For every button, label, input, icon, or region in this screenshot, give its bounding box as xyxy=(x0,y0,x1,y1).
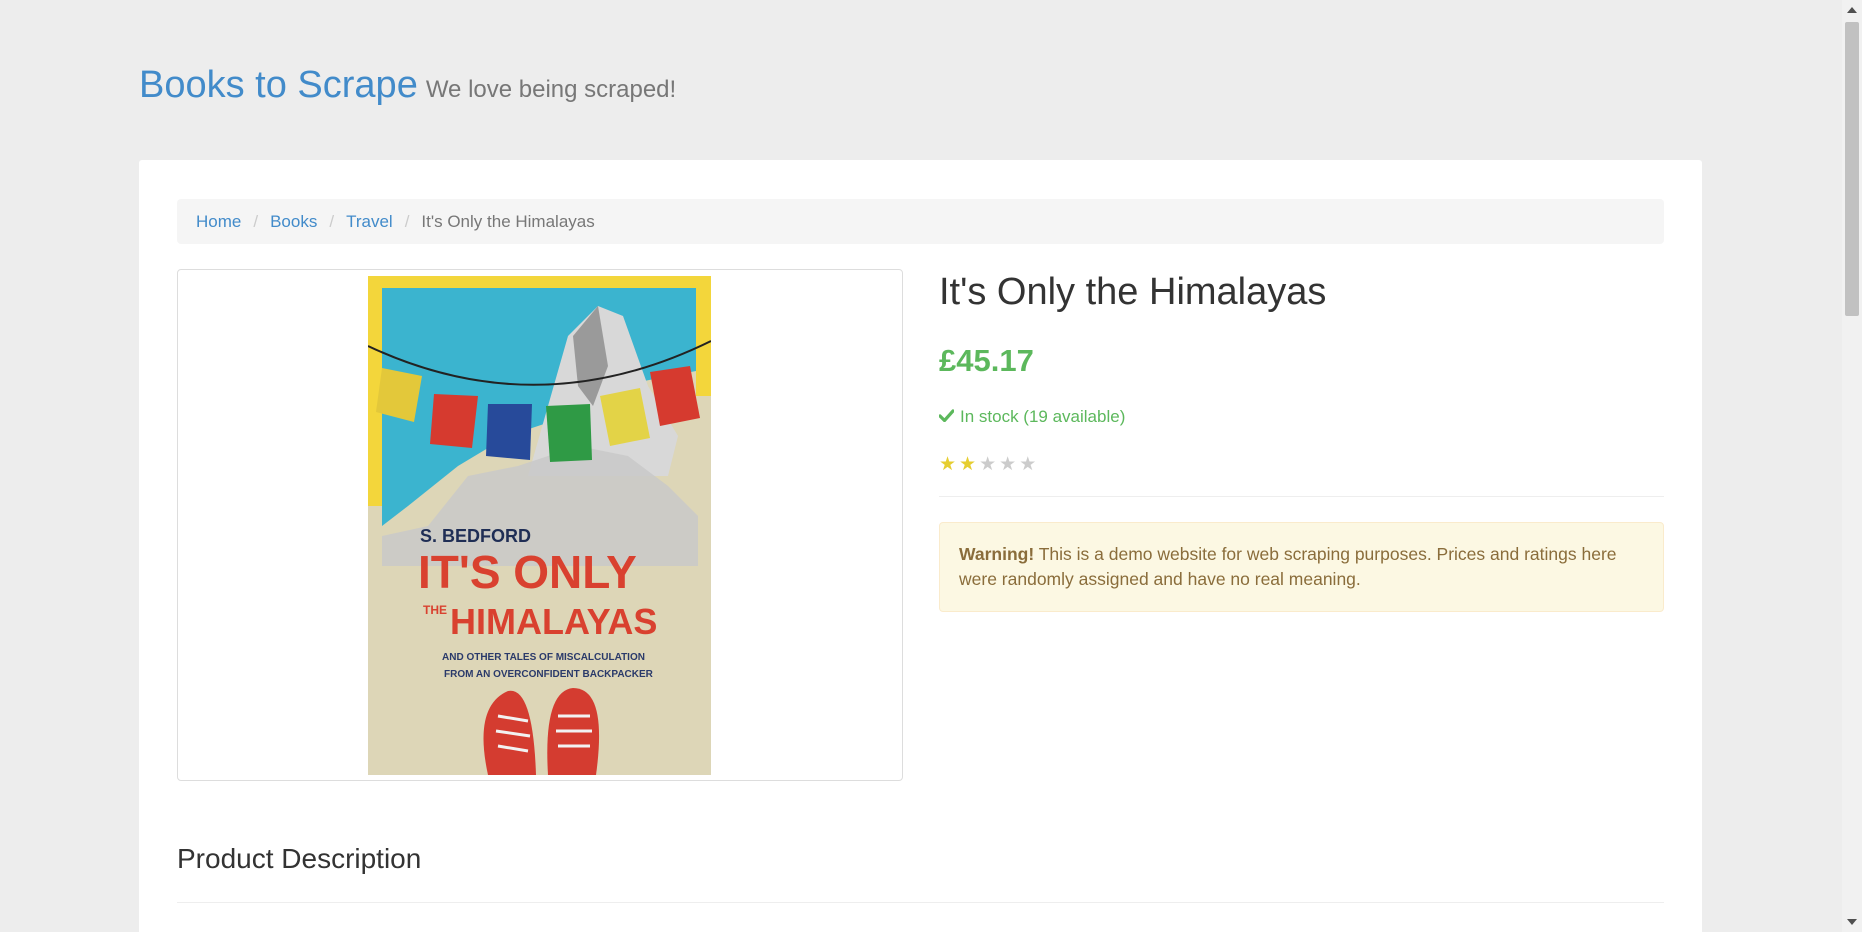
breadcrumb-current: It's Only the Himalayas xyxy=(421,211,595,231)
page-container: Home / Books / Travel / It's Only the Hi… xyxy=(139,160,1702,932)
scroll-up-arrow-icon[interactable] xyxy=(1847,7,1857,13)
divider xyxy=(939,496,1664,497)
cover-title-the: THE xyxy=(423,603,447,617)
star-icon: ★ xyxy=(979,454,997,475)
scroll-thumb[interactable] xyxy=(1845,22,1859,316)
star-icon: ★ xyxy=(1019,454,1037,475)
breadcrumb-travel[interactable]: Travel xyxy=(346,212,393,232)
breadcrumb-separator: / xyxy=(404,211,410,231)
alert-label: Warning! xyxy=(959,544,1035,564)
vertical-scrollbar[interactable] xyxy=(1842,0,1862,932)
alert-text: This is a demo website for web scraping … xyxy=(959,544,1617,589)
cover-subtitle-line2: FROM AN OVERCONFIDENT BACKPACKER xyxy=(444,669,654,680)
brand-link[interactable]: Books to Scrape xyxy=(139,64,418,107)
product-image-frame: S. BEDFORD IT'S ONLY THE HIMALAYAS AND O… xyxy=(177,269,903,781)
site-header: Books to Scrape We love being scraped! xyxy=(139,64,676,107)
tagline: We love being scraped! xyxy=(425,76,677,103)
scroll-down-arrow-icon[interactable] xyxy=(1847,919,1857,925)
divider xyxy=(177,902,1664,903)
book-cover-image: S. BEDFORD IT'S ONLY THE HIMALAYAS AND O… xyxy=(368,276,711,775)
check-icon xyxy=(938,407,955,427)
star-icon: ★ xyxy=(999,454,1017,475)
stock-availability: In stock (19 available) xyxy=(938,407,1664,427)
product-main: It's Only the Himalayas £45.17 In stock … xyxy=(938,269,1664,612)
stock-text: In stock (19 available) xyxy=(960,407,1126,426)
breadcrumb: Home / Books / Travel / It's Only the Hi… xyxy=(177,199,1664,244)
cover-author-text: S. BEDFORD xyxy=(420,526,531,546)
star-icon: ★ xyxy=(939,454,957,475)
cover-subtitle-line1: AND OTHER TALES OF MISCALCULATION xyxy=(442,652,645,663)
breadcrumb-home[interactable]: Home xyxy=(196,212,241,232)
breadcrumb-books[interactable]: Books xyxy=(270,212,317,232)
star-icon: ★ xyxy=(959,454,977,475)
breadcrumb-separator: / xyxy=(253,211,259,231)
cover-title-line2: HIMALAYAS xyxy=(450,601,657,642)
product-price: £45.17 xyxy=(939,343,1034,378)
warning-alert: Warning! This is a demo website for web … xyxy=(939,522,1664,612)
breadcrumb-separator: / xyxy=(329,211,335,231)
product-description-heading: Product Description xyxy=(177,843,422,874)
cover-title-line1: IT'S ONLY xyxy=(418,546,637,598)
star-rating: ★ ★ ★ ★ ★ xyxy=(939,455,1664,474)
product-title: It's Only the Himalayas xyxy=(939,271,1327,313)
